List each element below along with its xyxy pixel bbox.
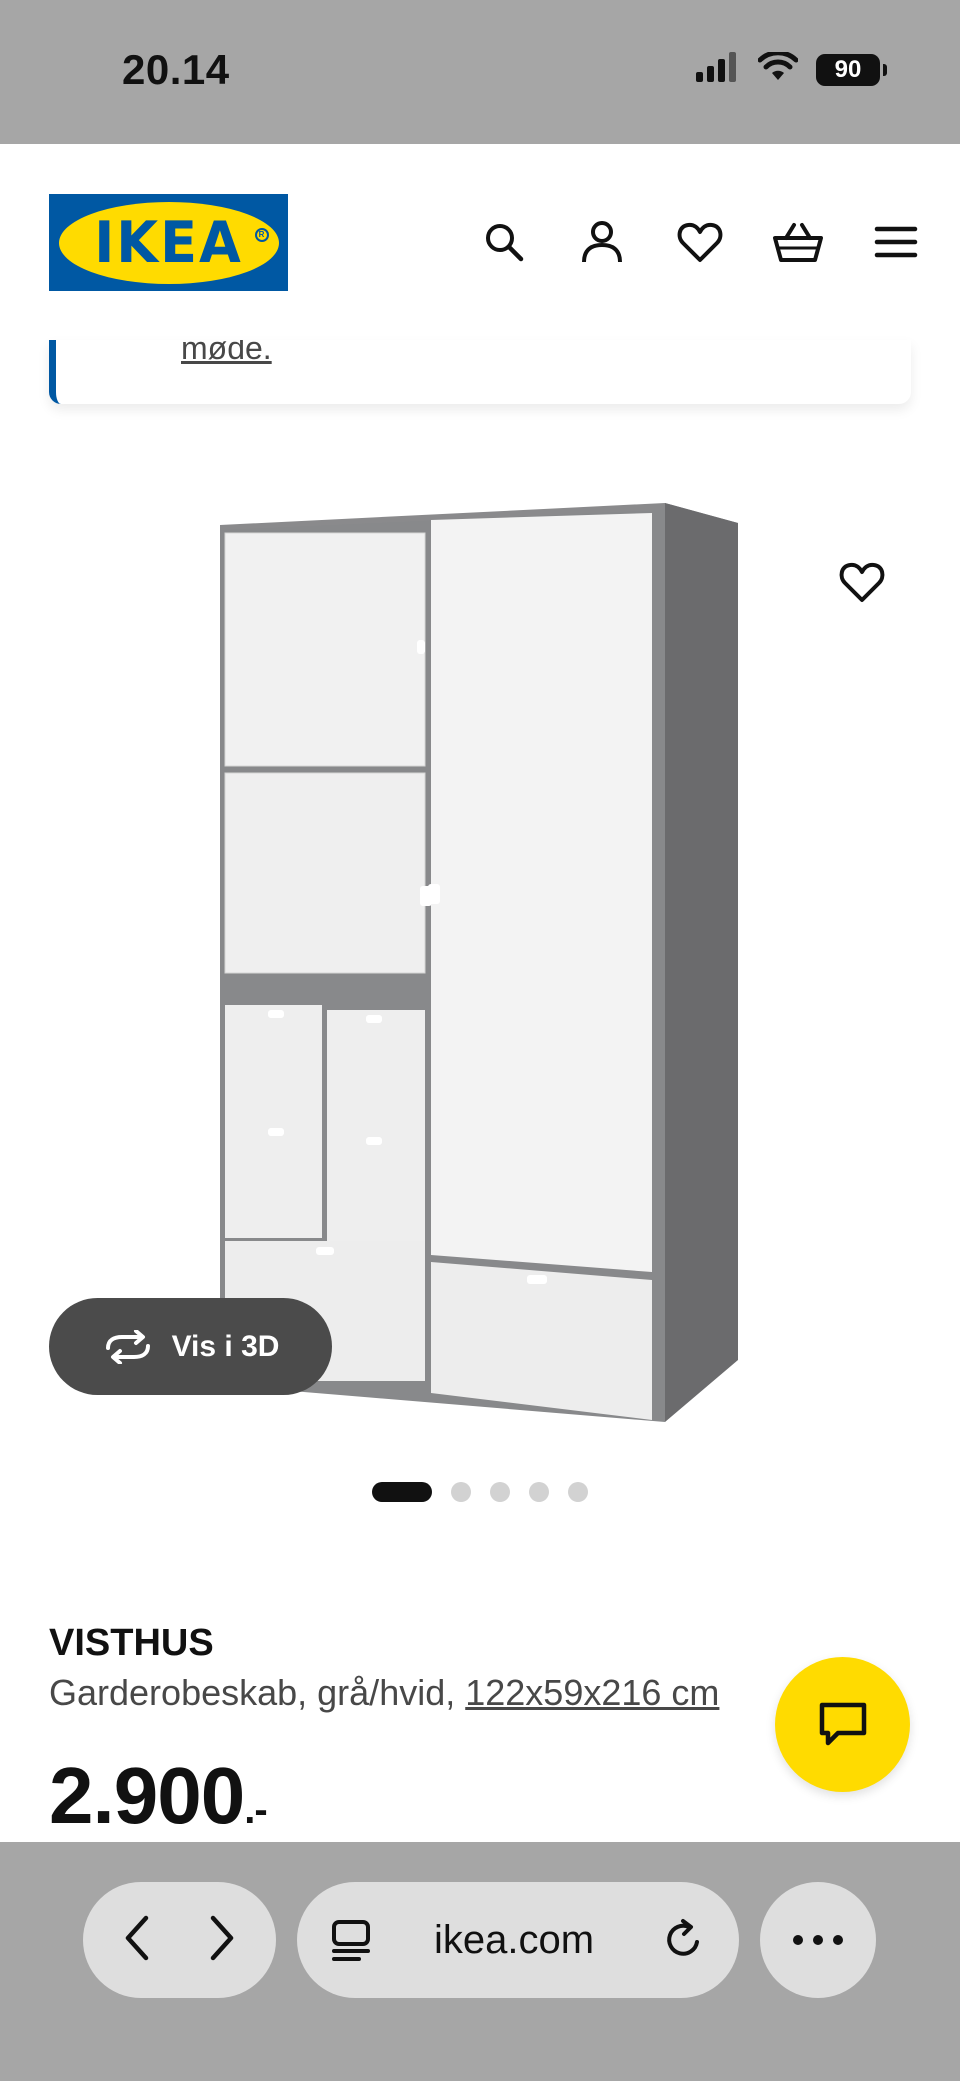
carousel-dot[interactable] — [451, 1482, 471, 1502]
logo-oval: IKEA R — [58, 201, 279, 284]
price-amount: 2.900 — [49, 1751, 245, 1840]
carousel-dot[interactable] — [568, 1482, 588, 1502]
ellipsis-icon — [793, 1935, 843, 1945]
notice-link[interactable]: møde. — [181, 340, 272, 367]
wifi-icon — [757, 50, 799, 87]
basket-icon[interactable] — [770, 214, 826, 270]
more-options-button[interactable] — [760, 1882, 876, 1998]
forward-button[interactable] — [201, 1913, 241, 1968]
chat-button[interactable] — [775, 1657, 910, 1792]
registered-mark-icon: R — [254, 227, 269, 242]
header-actions — [476, 214, 924, 270]
product-description: Garderobeskab, grå/hvid, 122x59x216 cm — [49, 1672, 719, 1714]
signal-icon — [696, 52, 740, 87]
carousel-dot[interactable] — [529, 1482, 549, 1502]
reload-icon[interactable] — [661, 1918, 705, 1967]
address-bar[interactable]: ikea.com — [297, 1882, 739, 1998]
chevron-right-icon — [210, 1915, 233, 1960]
view-in-3d-button[interactable]: Vis i 3D — [49, 1298, 332, 1395]
search-icon[interactable] — [476, 214, 532, 270]
back-button[interactable] — [118, 1913, 158, 1968]
browser-nav-pill — [83, 1882, 276, 1998]
carousel-dot-active[interactable] — [372, 1482, 432, 1502]
site-header: IKEA R — [0, 144, 960, 340]
save-to-favourites-button[interactable] — [832, 552, 892, 612]
browser-toolbar: ikea.com — [0, 1842, 960, 2081]
rotate-3d-icon — [105, 1329, 150, 1364]
product-price: 2.900.- — [49, 1750, 268, 1842]
notice-card: møde. — [49, 340, 911, 404]
chevron-left-icon — [126, 1915, 149, 1960]
heart-icon[interactable] — [672, 214, 728, 270]
product-description-text: Garderobeskab, grå/hvid, — [49, 1672, 466, 1713]
status-icons: 90 — [696, 50, 887, 87]
product-name: VISTHUS — [49, 1622, 214, 1664]
menu-icon[interactable] — [868, 214, 924, 270]
view-in-3d-label: Vis i 3D — [171, 1329, 280, 1363]
price-suffix: .- — [244, 1788, 267, 1832]
url-text: ikea.com — [434, 1918, 595, 1962]
ikea-logo[interactable]: IKEA R — [49, 194, 288, 291]
product-dimensions-link[interactable]: 122x59x216 cm — [465, 1672, 719, 1713]
status-bar: 20.14 90 — [0, 0, 960, 144]
image-carousel-dots — [372, 1482, 588, 1502]
heart-icon — [839, 562, 885, 602]
tab-overview-icon[interactable] — [329, 1918, 373, 1967]
battery-icon: 90 — [816, 53, 887, 86]
carousel-dot[interactable] — [490, 1482, 510, 1502]
logo-text: IKEA — [94, 209, 243, 276]
status-time: 20.14 — [122, 46, 230, 93]
user-icon[interactable] — [574, 214, 630, 270]
chat-icon — [819, 1702, 866, 1745]
